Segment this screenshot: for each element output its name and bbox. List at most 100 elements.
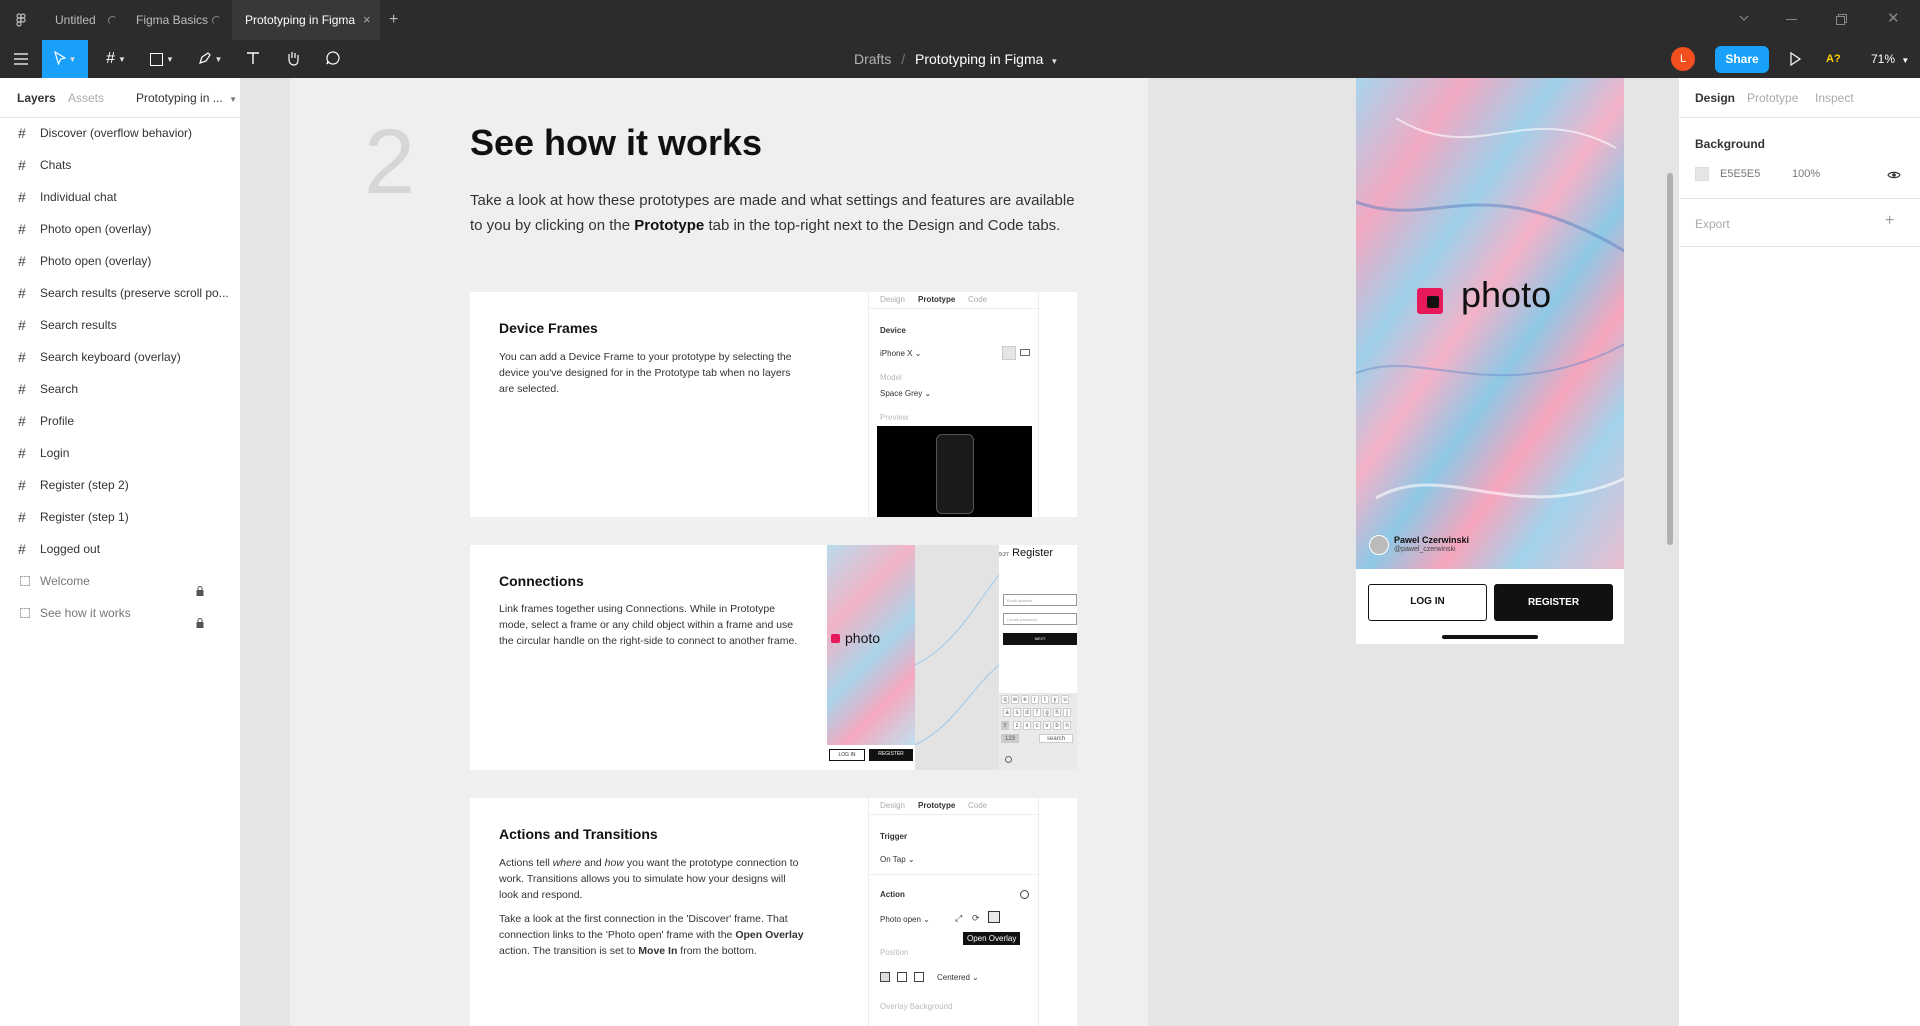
layer-item[interactable]: # Search [0,373,241,405]
layer-item[interactable]: # Photo open (overlay) [0,245,241,277]
chevron-down-icon: ▼ [214,54,223,64]
pen-tool-button[interactable]: ▼ [192,40,228,78]
figma-logo-icon[interactable] [14,13,28,27]
hand-tool-button[interactable] [280,40,306,78]
zoom-dropdown[interactable]: 71% ▼ [1871,40,1909,78]
layer-label: Profile [40,414,75,428]
frame-tool-button[interactable]: # ▼ [98,40,134,78]
main-menu-icon[interactable] [8,40,34,78]
mini-register-title: Register [1012,547,1054,559]
chevron-down-icon[interactable]: ▼ [1050,57,1058,66]
card-device-frames[interactable]: Device Frames You can add a Device Frame… [470,292,1077,517]
restore-icon[interactable] [1836,14,1847,25]
key: v [1043,721,1051,730]
tab-untitled[interactable]: Untitled [42,0,122,40]
layer-label: Search [40,382,79,396]
mini-password-field: Create password [1003,613,1077,625]
page-name: Prototyping in ... [136,91,223,105]
frame-icon: # [18,509,26,525]
layer-item[interactable]: # Discover (overflow behavior) [0,117,241,149]
card-connections[interactable]: Connections Link frames together using C… [470,545,1077,770]
layer-item[interactable]: # Register (step 1) [0,501,241,533]
window-close-icon[interactable]: ✕ [1887,11,1901,26]
file-name[interactable]: Prototyping in Figma [915,51,1043,67]
layer-label: See how it works [40,606,131,620]
toolbar: ▼ # ▼ ▼ ▼ Drafts / Prototyping in Figma … [0,40,1920,78]
layer-label: Search results [40,318,117,332]
breadcrumb-drafts[interactable]: Drafts [854,51,891,67]
minimize-icon[interactable] [1786,19,1797,20]
card-title: Connections [499,573,584,589]
avatar[interactable]: L [1671,47,1695,71]
tab-assets[interactable]: Assets [68,91,104,105]
canvas-scrollbar[interactable] [1667,173,1673,545]
help-circle-icon [1020,890,1029,899]
transition-curve-icon: ⤢ [955,913,963,923]
mini-tab-design: Design [880,801,905,810]
layer-label: Register (step 1) [40,510,129,524]
tab-inspect[interactable]: Inspect [1815,91,1854,105]
text-icon [246,51,260,68]
new-tab-icon[interactable]: + [389,0,398,40]
present-button[interactable] [1788,51,1802,67]
shape-tool-button[interactable]: ▼ [144,40,180,78]
section-intro: Take a look at how these prototypes are … [470,188,1080,238]
a11y-button[interactable]: A? [1826,40,1841,78]
move-tool-button[interactable]: ▼ [42,40,88,78]
eye-icon[interactable] [1887,169,1901,179]
tab-prototyping-in-figma[interactable]: Prototyping in Figma × [232,0,380,40]
register-button[interactable]: REGISTER [1494,584,1613,621]
mini-divider [869,874,1040,875]
mini-device-label: Device [880,326,906,335]
mini-email-field: Email address [1003,594,1077,606]
layer-item[interactable]: # Chats [0,149,241,181]
layer-item[interactable]: # Search results [0,309,241,341]
bg-opacity-input[interactable]: 100% [1792,168,1820,180]
layer-item[interactable]: # Search keyboard (overlay) [0,341,241,373]
text-tool-button[interactable] [240,40,266,78]
share-button[interactable]: Share [1715,46,1769,73]
card-body: You can add a Device Frame to your proto… [499,351,792,395]
frame-icon: # [18,349,26,365]
layer-item[interactable]: Welcome [0,565,241,597]
key: g [1043,708,1051,717]
layer-item[interactable]: # Logged out [0,533,241,565]
key: x [1023,721,1031,730]
tab-prototype[interactable]: Prototype [1747,91,1798,105]
page-selector[interactable]: Prototyping in ... ▼ [136,91,237,105]
card-actions-transitions[interactable]: Actions and Transitions Actions tell whe… [470,798,1077,1026]
text-b-bold2: Move In [638,945,678,957]
key: n [1063,721,1071,730]
layer-item[interactable]: See how it works [0,597,241,629]
lock-icon[interactable] [196,608,204,628]
tab-figma-basics[interactable]: Figma Basics [122,0,232,40]
layer-label: Individual chat [40,190,117,204]
close-icon[interactable]: × [363,0,371,40]
chevron-down-icon: ▼ [117,54,126,64]
tab-design[interactable]: Design [1695,91,1735,105]
doc-frame[interactable]: 2 See how it works Take a look at how th… [290,78,1148,1026]
layer-item[interactable]: # Profile [0,405,241,437]
tab-layers[interactable]: Layers [17,91,56,105]
login-button[interactable]: LOG IN [1368,584,1487,621]
bg-color-swatch[interactable] [1695,167,1709,181]
mini-welcome-buttons: LOG IN REGISTER [827,745,915,770]
lock-icon[interactable] [196,576,204,596]
chevron-down-icon[interactable] [1738,12,1750,24]
layer-item[interactable]: # Search results (preserve scroll po... [0,277,241,309]
add-export-icon[interactable]: + [1885,212,1894,230]
layer-item[interactable]: # Login [0,437,241,469]
canvas[interactable]: 2 See how it works Take a look at how th… [241,78,1678,1026]
portrait-icon [1002,346,1016,360]
layer-item[interactable]: # Photo open (overlay) [0,213,241,245]
mini-tab-design: Design [880,295,905,304]
frame-icon: # [18,541,26,557]
layer-item[interactable]: # Individual chat [0,181,241,213]
phone-frame[interactable]: photo Pawel Czerwinski @pawel_czerwinski… [1356,78,1624,644]
bg-hex-input[interactable]: E5E5E5 [1720,168,1760,180]
comment-tool-button[interactable] [320,40,346,78]
device-preview [877,426,1032,517]
mini-login: LOG IN [829,749,865,761]
layer-item[interactable]: # Register (step 2) [0,469,241,501]
key: a [1003,708,1011,717]
